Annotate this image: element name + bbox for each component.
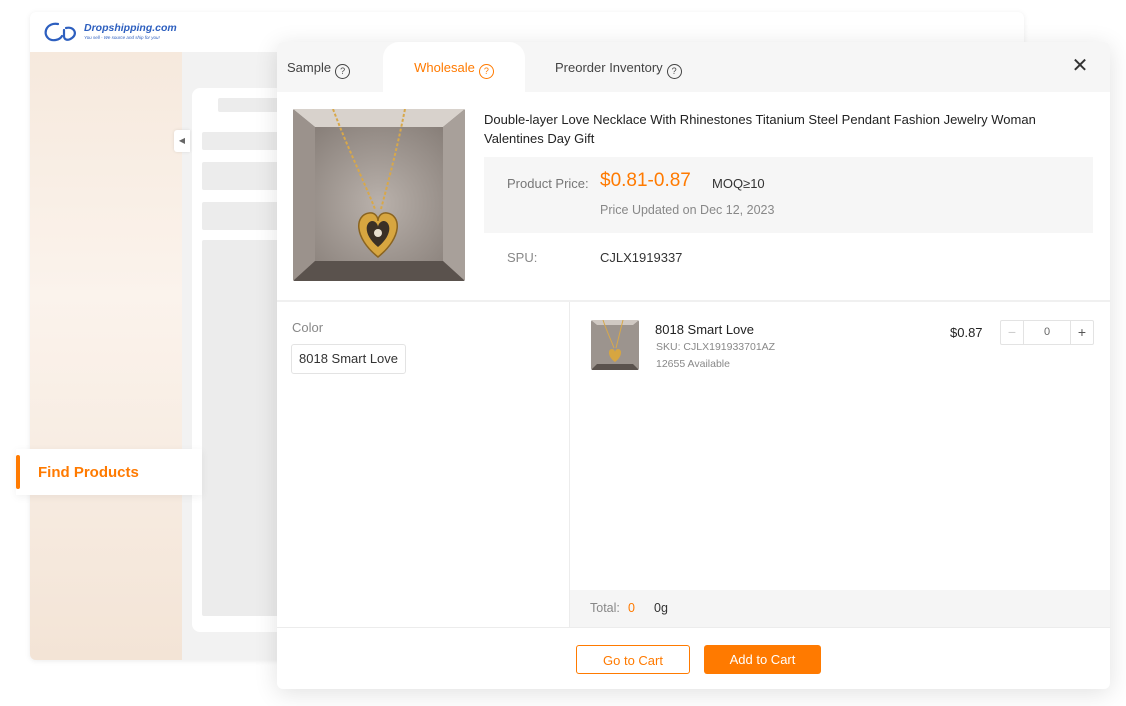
logo-tagline: You sell - We source and ship for you! (84, 35, 160, 40)
logo-text: Dropshipping.com (84, 22, 177, 34)
add-to-cart-button[interactable]: Add to Cart (704, 645, 821, 674)
price-box: Product Price: $0.81-0.87 MOQ≥10 Price U… (484, 157, 1093, 233)
spu-value: CJLX1919337 (600, 250, 683, 265)
product-image (293, 109, 465, 281)
variant-stock: 12655 Available (656, 358, 730, 370)
total-bar: Total: 0 0g (570, 590, 1110, 627)
left-rail (30, 52, 182, 660)
product-title: Double-layer Love Necklace With Rhinesto… (484, 112, 1036, 146)
decrement-button[interactable]: − (1001, 321, 1024, 344)
go-to-cart-button[interactable]: Go to Cart (576, 645, 690, 674)
price-label: Product Price: (507, 176, 589, 191)
sidebar-item-find-products[interactable]: Find Products (16, 449, 202, 495)
question-circle-icon[interactable]: ? (666, 64, 682, 79)
tab-label: Sample (287, 60, 332, 75)
quantity-input[interactable]: 0 (1024, 321, 1070, 344)
question-circle-icon[interactable]: ? (478, 64, 494, 79)
variant-name: 8018 Smart Love (655, 322, 755, 337)
tab-label: Preorder Inventory (555, 60, 663, 75)
logo-mark-icon (44, 22, 76, 42)
chevron-left-icon[interactable]: ◀ (174, 130, 190, 152)
spu-label: SPU: (507, 250, 538, 265)
tab-sample[interactable]: Sample? (287, 42, 351, 92)
divider (569, 302, 570, 627)
sidebar-item-label: Find Products (38, 464, 139, 481)
color-option-chip[interactable]: 8018 Smart Love (291, 344, 407, 374)
total-label: Total: (590, 601, 620, 615)
tab-preorder-inventory[interactable]: Preorder Inventory? (555, 42, 682, 92)
variant-sku: SKU: CJLX191933701AZ (656, 341, 776, 353)
product-modal: Sample? Wholesale? Preorder Inventory? ✕… (277, 42, 1110, 689)
color-label: Color (292, 320, 324, 335)
active-indicator (16, 455, 20, 489)
question-circle-icon[interactable]: ? (335, 64, 351, 79)
tab-label: Wholesale (414, 60, 475, 75)
moq-label: MOQ≥10 (712, 176, 765, 191)
divider (277, 627, 1110, 628)
tab-wholesale[interactable]: Wholesale? (383, 42, 525, 92)
price-value: $0.81-0.87 (600, 170, 691, 191)
total-count: 0 (628, 601, 635, 615)
price-updated: Price Updated on Dec 12, 2023 (600, 203, 775, 217)
close-icon[interactable]: ✕ (1070, 56, 1090, 76)
variant-price: $0.87 (950, 325, 983, 340)
quantity-stepper: − 0 + (1000, 320, 1094, 345)
variant-thumbnail (591, 320, 639, 370)
tab-bar: Sample? Wholesale? Preorder Inventory? ✕ (277, 42, 1110, 92)
variant-filter-panel: Color 8018 Smart Love (277, 302, 569, 627)
increment-button[interactable]: + (1070, 321, 1093, 344)
total-weight: 0g (654, 601, 668, 615)
